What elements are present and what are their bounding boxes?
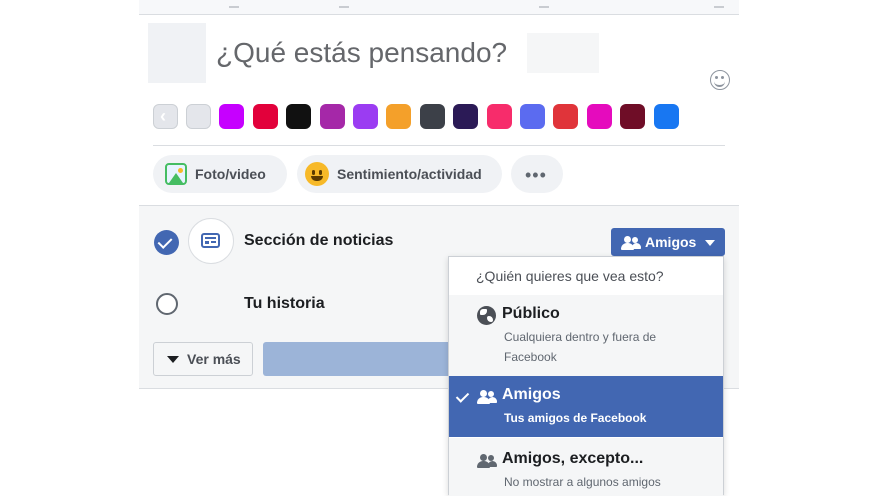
publish-button[interactable]: [263, 342, 453, 376]
option-description: Tus amigos de Facebook: [504, 411, 647, 425]
photo-icon: [165, 163, 187, 185]
color-swatch[interactable]: [653, 104, 679, 129]
color-swatch[interactable]: [353, 104, 378, 129]
swatch-collapse-button[interactable]: ‹: [153, 104, 178, 129]
news-feed-label: Sección de noticias: [244, 232, 394, 249]
composer-tab-strip: [139, 0, 739, 15]
divider: [153, 145, 725, 146]
color-swatch[interactable]: [486, 104, 512, 129]
color-swatch[interactable]: [586, 104, 612, 129]
tab-marker: [339, 0, 349, 8]
option-description: No mostrar a algunos amigos: [504, 475, 661, 489]
smiley-icon: [305, 162, 329, 186]
photo-video-button[interactable]: Foto/video: [153, 155, 287, 193]
checkmark-icon: [455, 389, 470, 403]
see-more-label: Ver más: [187, 351, 241, 367]
text-cursor-area: [527, 33, 599, 73]
friends-except-icon: [477, 454, 497, 468]
story-radio[interactable]: [156, 293, 178, 315]
color-swatch[interactable]: [419, 104, 445, 129]
audience-option-friends[interactable]: Amigos Tus amigos de Facebook: [449, 376, 723, 437]
option-description: Cualquiera dentro y fuera de Facebook: [504, 330, 657, 364]
friends-icon: [477, 390, 497, 404]
feeling-activity-button[interactable]: Sentimiento/actividad: [297, 155, 502, 193]
dropdown-header: ¿Quién quieres que vea esto?: [449, 257, 723, 296]
option-title: Amigos, excepto...: [502, 450, 644, 467]
color-swatch[interactable]: [186, 104, 211, 129]
color-swatch[interactable]: [319, 104, 345, 129]
color-swatch[interactable]: [386, 104, 412, 129]
option-title: Público: [502, 305, 560, 322]
more-dots-icon: •••: [525, 165, 547, 185]
avatar: [148, 23, 206, 83]
post-text-input[interactable]: ¿Qué estás pensando?: [216, 36, 507, 70]
color-swatch[interactable]: [286, 104, 312, 129]
chevron-left-icon: ‹: [160, 106, 166, 126]
color-swatch[interactable]: [620, 104, 646, 129]
feeling-activity-label: Sentimiento/actividad: [337, 166, 482, 182]
audience-option-friends-except[interactable]: Amigos, excepto... No mostrar a algunos …: [449, 438, 723, 496]
story-label: Tu historia: [244, 295, 325, 312]
news-feed-icon: [188, 218, 234, 264]
close-icon[interactable]: [714, 0, 724, 8]
emoji-icon[interactable]: [710, 70, 730, 90]
photo-video-label: Foto/video: [195, 166, 266, 182]
tab-marker: [539, 0, 549, 8]
see-more-button[interactable]: Ver más: [153, 342, 253, 376]
friends-icon: [621, 236, 641, 250]
color-swatch[interactable]: [453, 104, 479, 129]
dropdown-header-text: ¿Quién quieres que vea esto?: [476, 268, 664, 284]
globe-icon: [477, 306, 496, 325]
option-title: Amigos: [502, 386, 561, 403]
audience-option-public[interactable]: Público Cualquiera dentro y fuera de Fac…: [449, 295, 723, 377]
news-feed-checkbox[interactable]: [154, 230, 179, 255]
more-options-button[interactable]: •••: [511, 155, 563, 193]
audience-dropdown: ¿Quién quieres que vea esto? Público Cua…: [448, 256, 724, 496]
color-swatch[interactable]: [553, 104, 579, 129]
caret-down-icon: [705, 240, 715, 246]
color-swatch[interactable]: [219, 104, 245, 129]
audience-selector-button[interactable]: Amigos: [611, 228, 725, 256]
color-swatch[interactable]: [252, 104, 278, 129]
color-swatch[interactable]: [520, 104, 545, 129]
tab-marker: [229, 0, 239, 8]
audience-selector-label: Amigos: [645, 234, 697, 250]
caret-down-icon: [167, 356, 179, 363]
